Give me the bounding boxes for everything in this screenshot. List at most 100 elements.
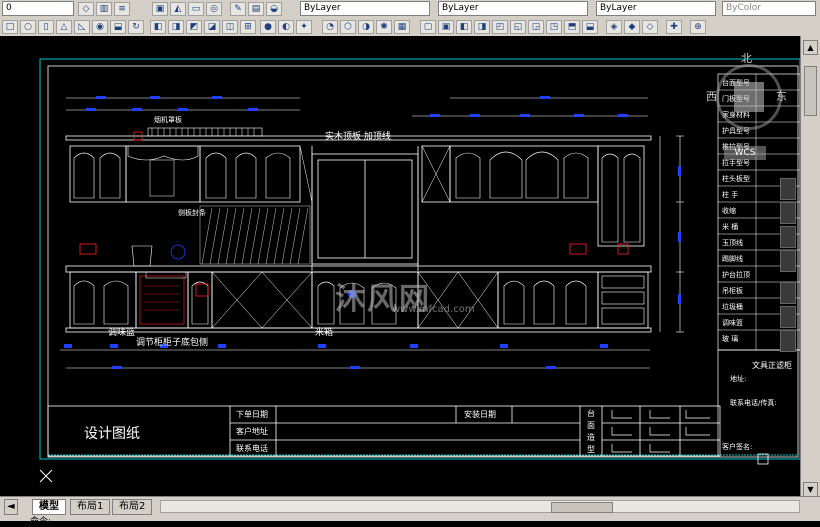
scroll-down-icon[interactable]: ▼ bbox=[803, 482, 818, 497]
color-dropdown[interactable]: ByLayer bbox=[300, 1, 430, 16]
subtract-icon[interactable]: ◨ bbox=[168, 20, 184, 34]
command-line[interactable]: 命令: bbox=[30, 514, 51, 527]
extrude-icon[interactable]: ⬓ bbox=[110, 20, 126, 34]
wedge-icon[interactable]: ◺ bbox=[74, 20, 90, 34]
torus-icon[interactable]: ◎ bbox=[206, 2, 222, 16]
viewcube-face[interactable] bbox=[734, 82, 764, 112]
top-dimensions bbox=[66, 97, 648, 117]
customer-signature-label: 客户签名: bbox=[722, 443, 753, 451]
viewcube[interactable]: 北 西 东 WCS bbox=[706, 50, 796, 160]
cloud-icon[interactable]: ◒ bbox=[266, 2, 282, 16]
vertical-scrollbar[interactable]: ▲ ▼ bbox=[800, 36, 820, 498]
light-icon[interactable]: ✺ bbox=[376, 20, 392, 34]
view-se-icon[interactable]: ◳ bbox=[546, 20, 562, 34]
counter-shape-1: 台 bbox=[587, 409, 595, 418]
view-sw-icon[interactable]: ◲ bbox=[528, 20, 544, 34]
sphere-icon[interactable]: ○ bbox=[20, 20, 36, 34]
tab-layout2[interactable]: 布局2 bbox=[112, 499, 153, 515]
nav-showmotion-button[interactable] bbox=[780, 306, 796, 328]
view-right-icon[interactable]: ◨ bbox=[474, 20, 490, 34]
grab-label: 调味篮 bbox=[108, 328, 136, 338]
compass-north[interactable]: 北 bbox=[741, 50, 752, 66]
range-hood bbox=[127, 145, 199, 161]
scroll-up-icon[interactable]: ▲ bbox=[803, 40, 818, 55]
revolve-icon[interactable]: ↻ bbox=[128, 20, 144, 34]
compass-west[interactable]: 西 bbox=[706, 88, 717, 104]
title-block-label: 设计图纸 bbox=[84, 426, 140, 442]
scene-icon[interactable]: ▦ bbox=[394, 20, 410, 34]
render-icon[interactable]: ✦ bbox=[296, 20, 312, 34]
nav-more-button[interactable] bbox=[780, 330, 796, 352]
slice-icon[interactable]: ◪ bbox=[204, 20, 220, 34]
material-icon[interactable]: ◑ bbox=[358, 20, 374, 34]
address-label: 地址: bbox=[730, 375, 747, 383]
dealer-label: 文具正滤柜 bbox=[752, 361, 792, 370]
vertical-scroll-thumb[interactable] bbox=[804, 66, 817, 116]
intersect-icon[interactable]: ◩ bbox=[186, 20, 202, 34]
interfere-icon[interactable]: ⊞ bbox=[240, 20, 256, 34]
wcs-button[interactable]: WCS bbox=[724, 146, 766, 160]
install-date-label: 安装日期 bbox=[464, 410, 496, 419]
watermark-url: www.mfcad.com bbox=[392, 304, 475, 315]
tab-nav-first-icon[interactable]: ◄ bbox=[4, 499, 18, 515]
kettle bbox=[170, 244, 186, 260]
tab-model[interactable]: 模型 bbox=[32, 499, 66, 515]
cube-icon[interactable]: ▣ bbox=[152, 2, 168, 16]
zoom-icon[interactable]: ⊕ bbox=[690, 20, 706, 34]
cone-icon[interactable]: ◭ bbox=[170, 2, 186, 16]
lineweight-dropdown[interactable]: ByLayer bbox=[596, 1, 716, 16]
pencil-icon[interactable]: ✎ bbox=[230, 2, 246, 16]
box-icon[interactable]: □ bbox=[2, 20, 18, 34]
nav-orbit-button[interactable] bbox=[780, 226, 796, 248]
hood-top bbox=[147, 127, 263, 137]
section-icon[interactable]: ◫ bbox=[222, 20, 238, 34]
shade-flat-icon[interactable]: ● bbox=[260, 20, 276, 34]
horizontal-scroll-thumb[interactable] bbox=[551, 502, 613, 513]
hood-slats bbox=[151, 128, 255, 136]
spec-row-9: 米 桶 bbox=[722, 223, 739, 231]
walk-icon[interactable]: ◇ bbox=[642, 20, 658, 34]
view-back-icon[interactable]: ◱ bbox=[510, 20, 526, 34]
nav-zoom-button[interactable] bbox=[780, 202, 796, 224]
upper-door-arches bbox=[73, 151, 641, 243]
spec-row-7: 柱 手 bbox=[722, 191, 739, 199]
block-icon[interactable]: ▥ bbox=[96, 2, 112, 16]
hide-icon[interactable]: ◔ bbox=[322, 20, 338, 34]
tab-layout1[interactable]: 布局1 bbox=[70, 499, 111, 515]
shade-gouraud-icon[interactable]: ◐ bbox=[278, 20, 294, 34]
top-dim-labels bbox=[86, 96, 628, 117]
view-bottom-icon[interactable]: ▣ bbox=[438, 20, 454, 34]
cone-solid-icon[interactable]: △ bbox=[56, 20, 72, 34]
view-left-icon[interactable]: ◧ bbox=[456, 20, 472, 34]
union-icon[interactable]: ◧ bbox=[150, 20, 166, 34]
cylinder-icon[interactable]: ▭ bbox=[188, 2, 204, 16]
new-view-icon[interactable]: ✚ bbox=[666, 20, 682, 34]
linetype-dropdown[interactable]: ByLayer bbox=[438, 1, 588, 16]
view-nw-icon[interactable]: ⬓ bbox=[582, 20, 598, 34]
layer-icon[interactable]: ◇ bbox=[78, 2, 94, 16]
plotstyle-dropdown[interactable]: ByColor bbox=[722, 1, 816, 16]
toolbar: 0 ◇ ▥ ≡ ▣ ◭ ▭ ◎ ✎ ▤ ◒ ByLayer ByLayer By… bbox=[0, 0, 820, 37]
nav-pan-button[interactable] bbox=[780, 178, 796, 200]
plotstyle-value: ByColor bbox=[726, 3, 761, 13]
hood-label: 烟机罩板 bbox=[154, 116, 182, 124]
drawing-canvas[interactable]: 实木顶板 加顶线 烟机罩板 侧板封条 调味篮 调节柜柜子底包侧 米箱 设计图纸 … bbox=[0, 36, 800, 496]
horizontal-scrollbar[interactable] bbox=[160, 500, 800, 513]
layer-dropdown[interactable]: 0 bbox=[2, 1, 74, 16]
cylinder-solid-icon[interactable]: ▯ bbox=[38, 20, 54, 34]
spec-row-15: 调味篮 bbox=[722, 319, 743, 327]
camera-icon[interactable]: ◆ bbox=[624, 20, 640, 34]
view-ne-icon[interactable]: ⬒ bbox=[564, 20, 580, 34]
view-top-icon[interactable]: ▢ bbox=[420, 20, 436, 34]
wireframe-icon[interactable]: ⬡ bbox=[340, 20, 356, 34]
torus-solid-icon[interactable]: ◉ bbox=[92, 20, 108, 34]
lineweight-value: ByLayer bbox=[600, 3, 637, 13]
orbit-icon[interactable]: ◈ bbox=[606, 20, 622, 34]
nav-steering-button[interactable] bbox=[780, 250, 796, 272]
ceiling-label: 实木顶板 加顶线 bbox=[325, 132, 391, 142]
view-front-icon[interactable]: ◰ bbox=[492, 20, 508, 34]
layer-props-icon[interactable]: ▤ bbox=[248, 2, 264, 16]
hatch-icon[interactable]: ≡ bbox=[114, 2, 130, 16]
compass-east[interactable]: 东 bbox=[776, 88, 787, 104]
nav-extents-button[interactable] bbox=[780, 282, 796, 304]
